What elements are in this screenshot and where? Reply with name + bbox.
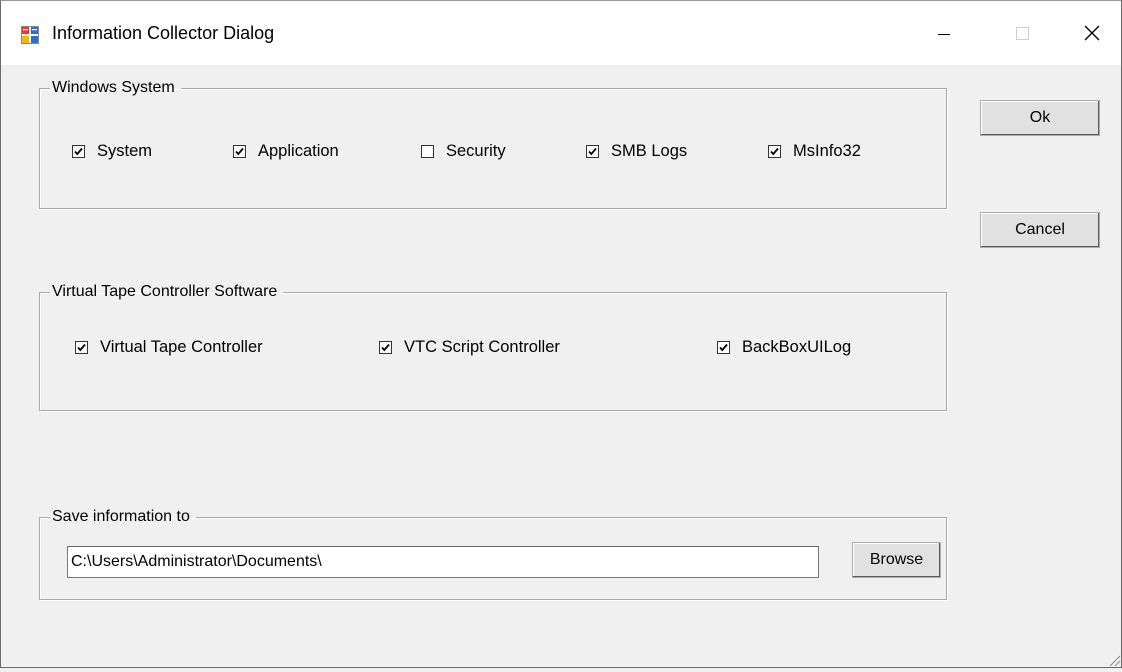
save-location-legend: Save information to: [52, 508, 190, 525]
ok-button[interactable]: Ok: [980, 100, 1100, 136]
checkbox-backboxuilog[interactable]: BackBoxUILog: [717, 338, 851, 357]
checkmark-icon: [588, 147, 597, 156]
checkbox-smb-logs[interactable]: SMB Logs: [586, 142, 687, 161]
close-icon: [1084, 25, 1100, 41]
checkmark-icon: [719, 343, 728, 352]
checkmark-icon: [77, 343, 86, 352]
checkmark-icon: [770, 147, 779, 156]
checkbox-label: MsInfo32: [793, 142, 861, 160]
checkbox-label: Virtual Tape Controller: [100, 338, 263, 356]
maximize-button[interactable]: [995, 1, 1049, 65]
checkbox-box[interactable]: [421, 145, 434, 158]
resize-grip-icon[interactable]: [1105, 651, 1121, 667]
checkbox-label: System: [97, 142, 153, 160]
checkbox-security[interactable]: Security: [421, 142, 506, 161]
title-bar[interactable]: Information Collector Dialog: [1, 1, 1121, 65]
maximize-icon: [1016, 27, 1029, 40]
checkbox-label: Application: [258, 142, 339, 160]
checkbox-box[interactable]: [586, 145, 599, 158]
save-path-input[interactable]: [67, 546, 819, 578]
checkbox-box[interactable]: [717, 341, 730, 354]
minimize-icon: [938, 34, 950, 35]
checkbox-vtc-script-controller[interactable]: VTC Script Controller: [379, 338, 560, 357]
checkbox-box[interactable]: [379, 341, 392, 354]
minimize-button[interactable]: [917, 1, 971, 65]
checkbox-label: SMB Logs: [611, 142, 688, 160]
windows-system-legend: Windows System: [52, 79, 175, 96]
app-form-icon: [21, 26, 39, 44]
checkbox-application[interactable]: Application: [233, 142, 339, 161]
checkbox-label: BackBoxUILog: [742, 338, 852, 356]
checkbox-msinfo32[interactable]: MsInfo32: [768, 142, 861, 161]
close-button[interactable]: [1065, 1, 1119, 65]
checkbox-label: VTC Script Controller: [404, 338, 560, 356]
checkbox-label: Security: [446, 142, 506, 160]
checkbox-box[interactable]: [233, 145, 246, 158]
checkbox-virtual-tape-controller[interactable]: Virtual Tape Controller: [75, 338, 263, 357]
checkbox-box[interactable]: [72, 145, 85, 158]
checkmark-icon: [381, 343, 390, 352]
checkbox-box[interactable]: [75, 341, 88, 354]
dialog-window: Information Collector Dialog Windows Sys…: [0, 0, 1122, 668]
checkbox-system[interactable]: System: [72, 142, 152, 161]
checkbox-box[interactable]: [768, 145, 781, 158]
window-title: Information Collector Dialog: [52, 23, 275, 43]
checkmark-icon: [235, 147, 244, 156]
browse-button[interactable]: Browse: [852, 542, 941, 578]
vtc-software-legend: Virtual Tape Controller Software: [52, 283, 278, 300]
checkmark-icon: [74, 147, 83, 156]
cancel-button[interactable]: Cancel: [980, 212, 1100, 248]
